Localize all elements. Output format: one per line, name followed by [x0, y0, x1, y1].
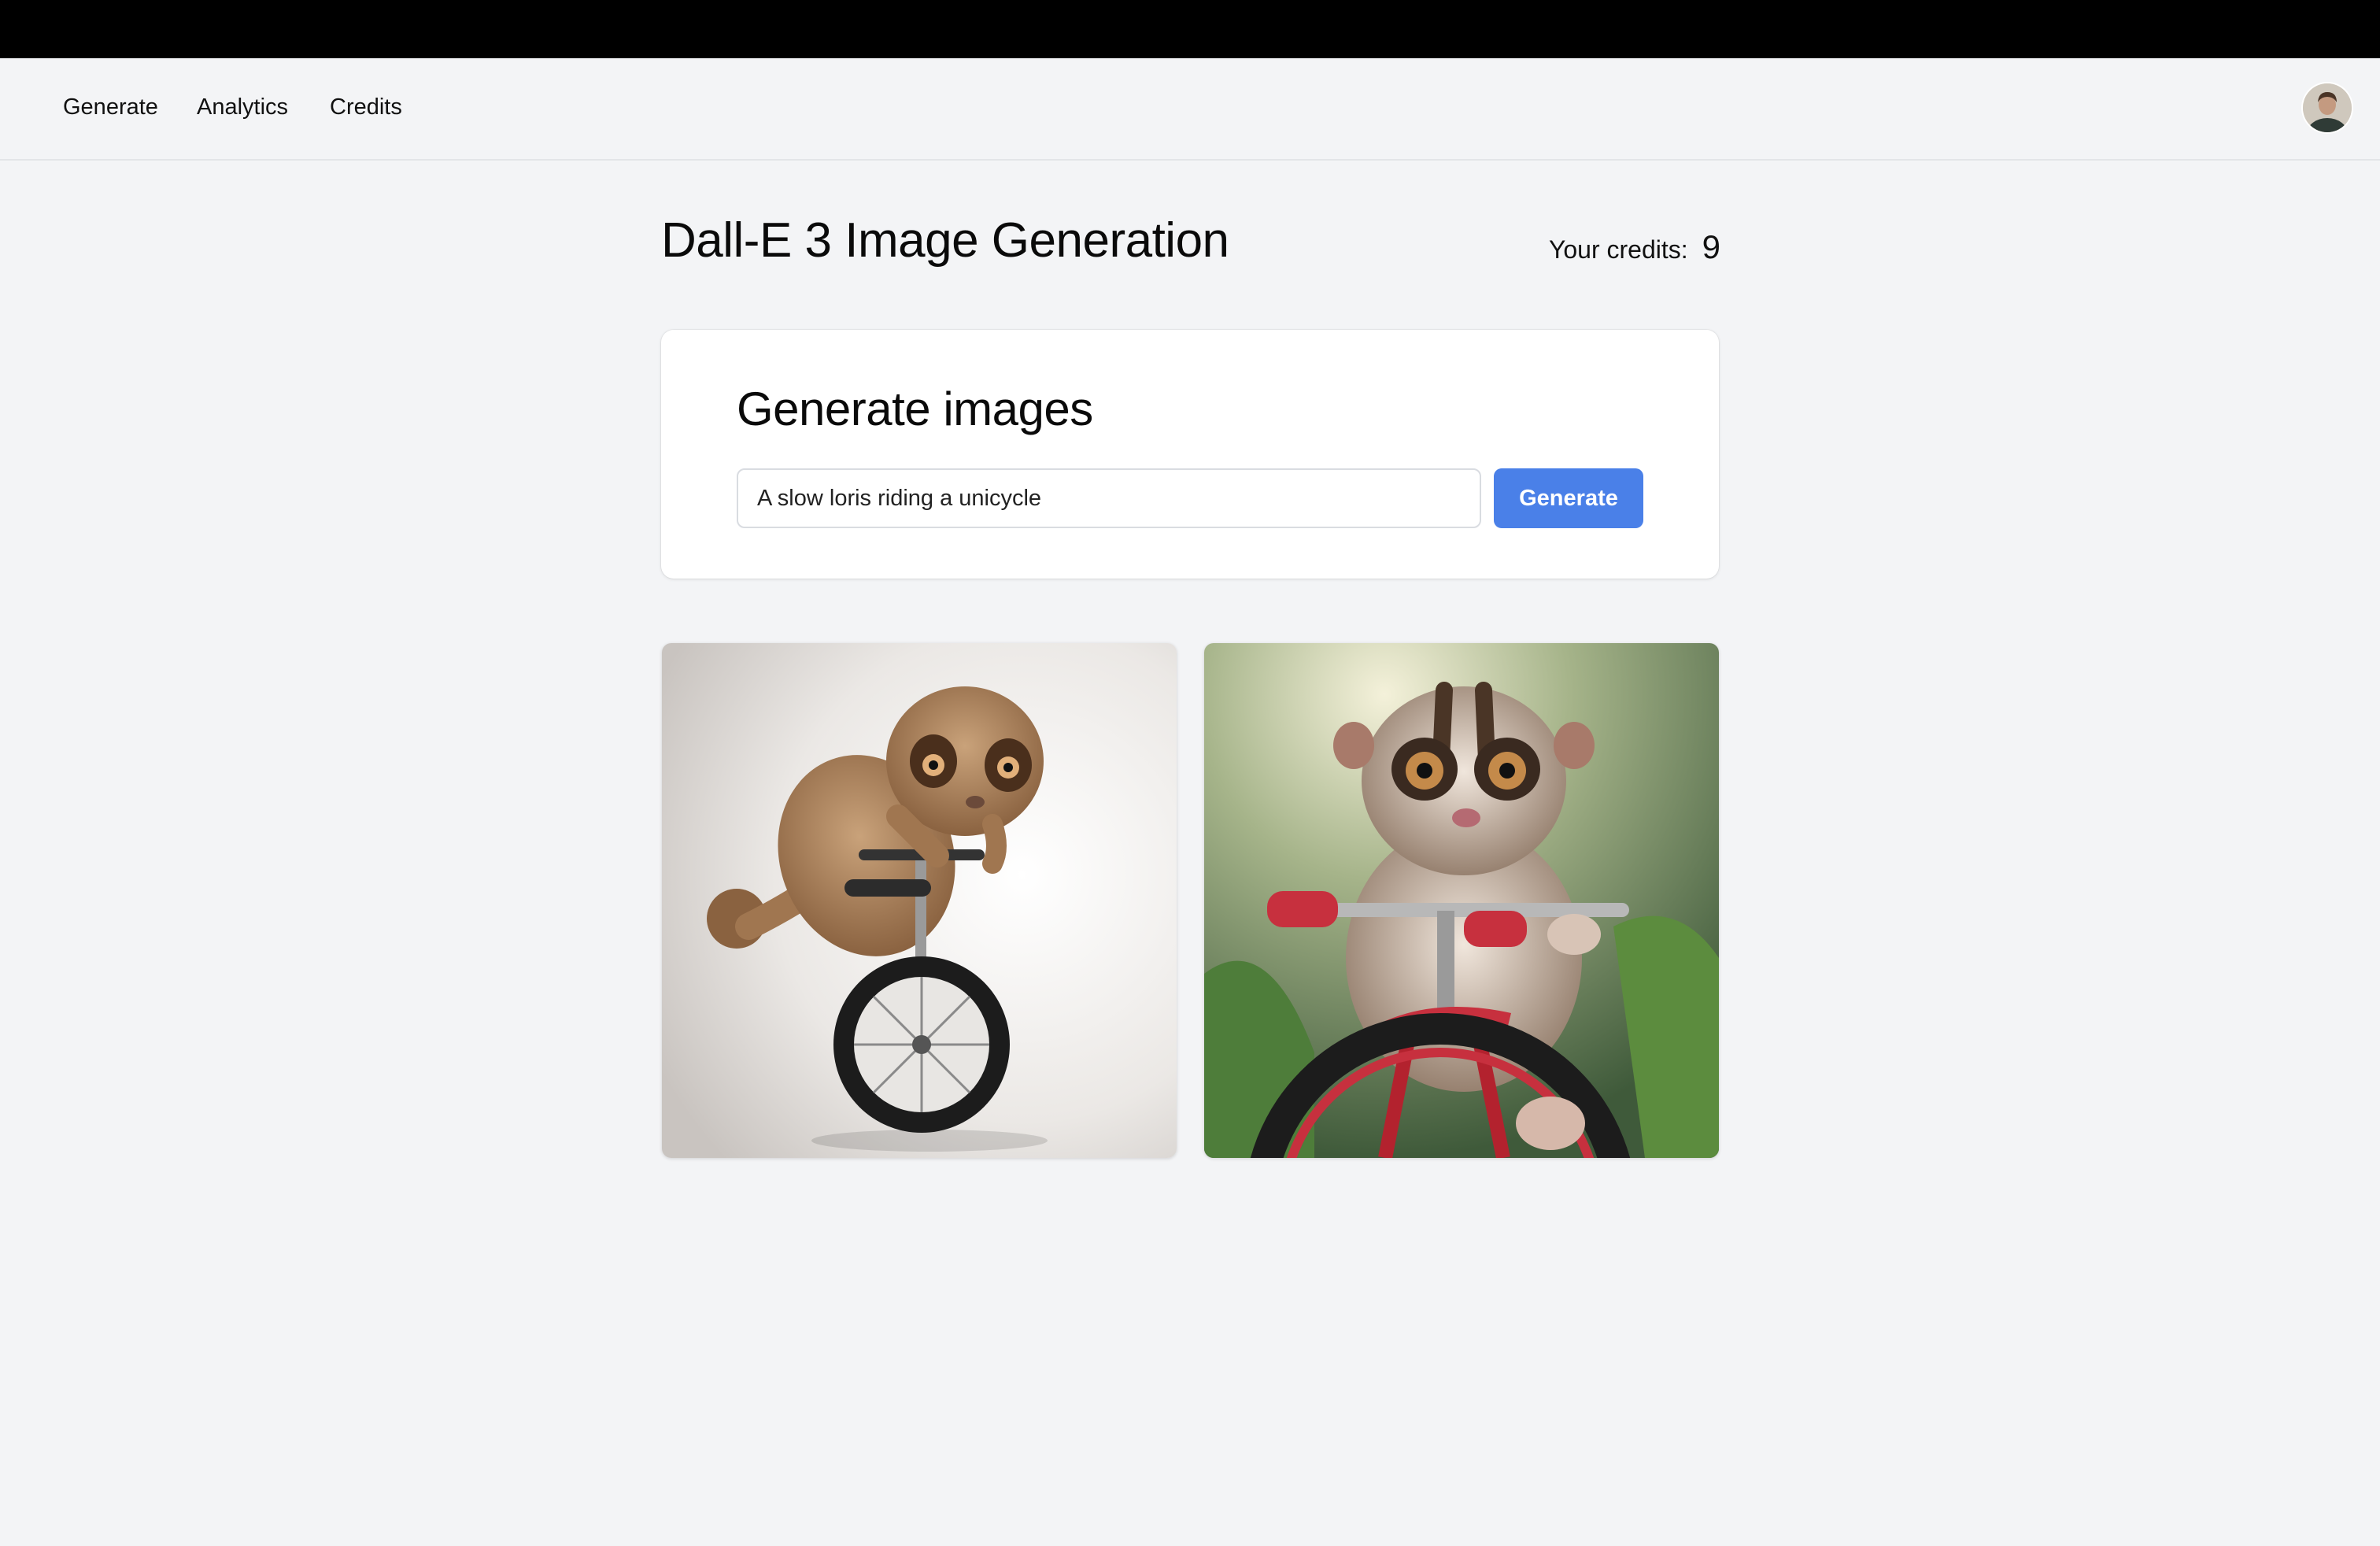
result-image-2[interactable]: [1204, 643, 1719, 1158]
loris-bicycle-image: [1204, 643, 1719, 1158]
page-title: Dall-E 3 Image Generation: [661, 213, 1229, 268]
generate-button[interactable]: Generate: [1494, 468, 1643, 528]
generate-card: Generate images Generate: [661, 330, 1719, 579]
prompt-input[interactable]: [737, 468, 1481, 528]
person-icon: [2303, 83, 2352, 132]
credits-label: Your credits:: [1548, 235, 1688, 264]
result-image-1[interactable]: [662, 643, 1177, 1158]
nav-link-credits[interactable]: Credits: [330, 94, 402, 120]
system-top-bar: [0, 0, 2380, 58]
user-avatar[interactable]: [2303, 83, 2352, 132]
navbar: Generate Analytics Credits: [0, 58, 2380, 161]
credits-value: 9: [1702, 228, 1720, 265]
loris-unicycle-image: [662, 643, 1177, 1158]
credits-counter: Your credits: 9: [1549, 228, 1720, 266]
nav-link-generate[interactable]: Generate: [63, 94, 158, 120]
nav-link-analytics[interactable]: Analytics: [197, 94, 288, 120]
generate-card-title: Generate images: [737, 383, 1093, 435]
